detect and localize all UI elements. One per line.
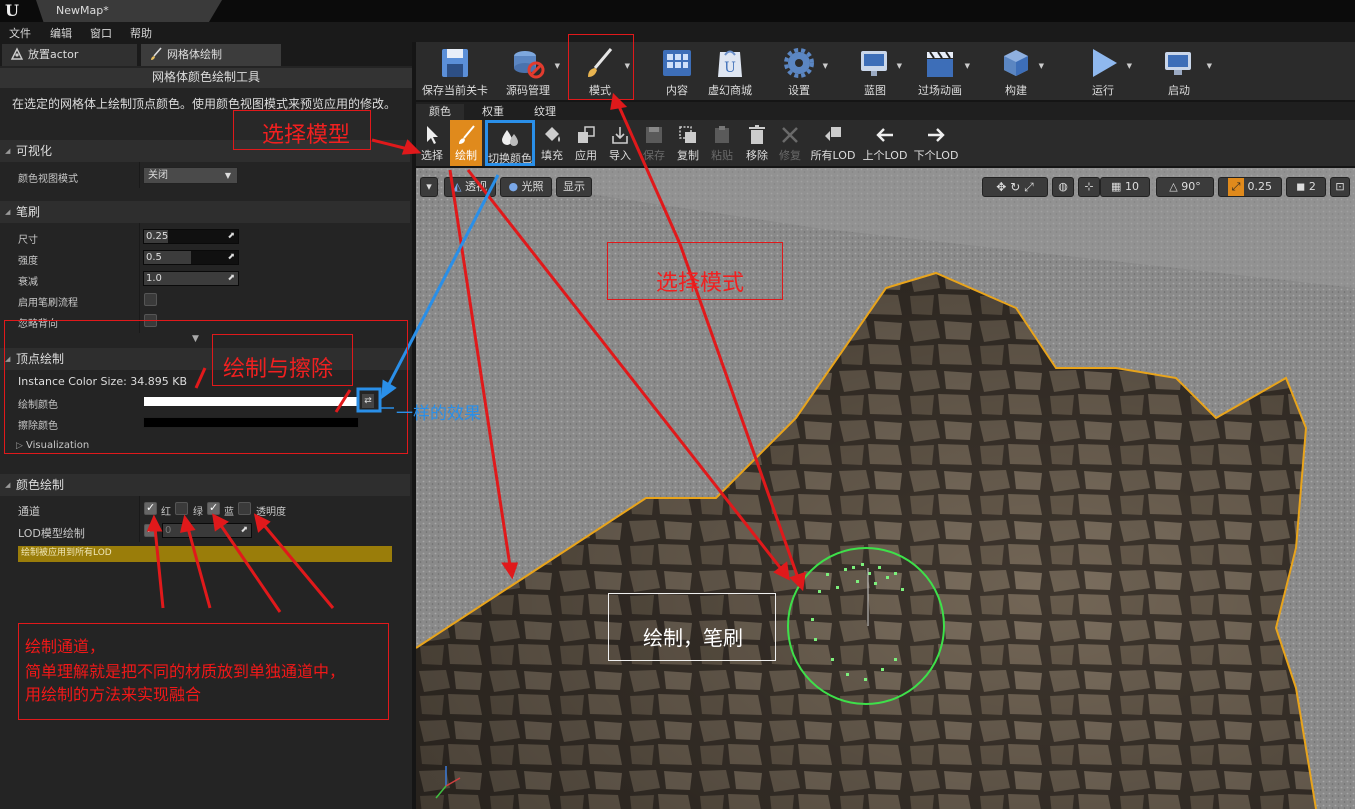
annotation-select-model-text: 选择模型 (262, 123, 351, 148)
annotation-same-effect: 一样的效果 (396, 404, 481, 424)
annotation-paint-brush-text: 绘制，笔刷 (643, 626, 743, 650)
modes-highlight-box (568, 34, 634, 100)
annotation-channel-note-line1: 绘制通道， (25, 637, 106, 656)
annotation-select-model: 选择模型 (233, 110, 371, 150)
annotation-channel-note-line2: 简单理解就是把不同的材质放到单独通道中， (25, 662, 346, 681)
annotation-channel-note-line3: 用绘制的方法来实现融合 (25, 685, 202, 704)
annotation-channel-note: 绘制通道， 简单理解就是把不同的材质放到单独通道中， 用绘制的方法来实现融合 (18, 623, 389, 720)
annotation-select-mode-text: 选择模式 (656, 271, 745, 296)
annotation-paint-brush: 绘制，笔刷 (608, 593, 776, 661)
annotation-paint-erase-text: 绘制与擦除 (223, 357, 334, 382)
annotation-paint-erase: 绘制与擦除 (212, 334, 353, 386)
annotation-select-mode: 选择模式 (607, 242, 783, 300)
